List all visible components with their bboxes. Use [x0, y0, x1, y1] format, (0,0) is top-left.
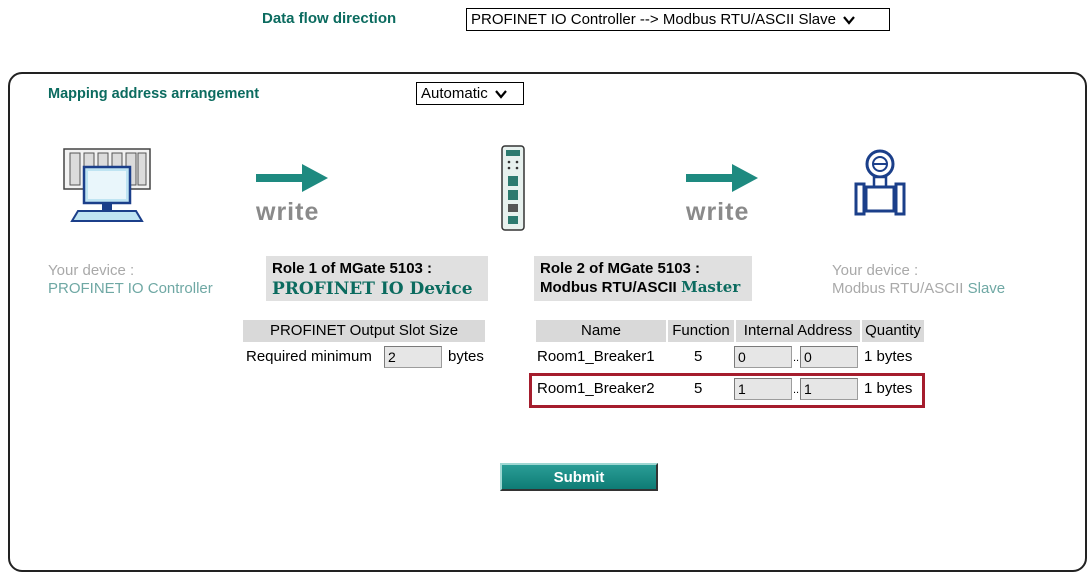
required-minimum-input[interactable]: 2: [384, 346, 442, 368]
data-flow-direction-label: Data flow direction: [262, 10, 397, 27]
role2-name-a: Modbus RTU/ASCII: [540, 279, 677, 296]
role2-name: Modbus RTU/ASCII Master: [540, 278, 746, 297]
row1-function: 5: [694, 348, 703, 365]
right-device-line2b: Slave: [967, 280, 1006, 297]
write-label-left: write: [256, 198, 320, 226]
slot-size-header: PROFINET Output Slot Size: [243, 320, 485, 342]
left-device-text: Your device : PROFINET IO Controller: [48, 262, 213, 298]
mapping-address-label: Mapping address arrangement: [48, 86, 260, 102]
mgate-device-icon: [501, 145, 525, 231]
right-device-line1: Your device :: [832, 262, 919, 279]
chevron-down-icon: [843, 15, 855, 25]
col-header-internal-address: Internal Address: [736, 320, 860, 342]
flow-meter-icon: [854, 149, 906, 216]
submit-button[interactable]: Submit: [500, 463, 658, 491]
row2-highlight-box: [529, 373, 925, 408]
left-device-line2: PROFINET IO Controller: [48, 280, 213, 297]
row1-addr-from-input[interactable]: 0: [734, 346, 792, 368]
role1-name: PROFINET IO Device: [272, 279, 473, 299]
left-device-line1: Your device :: [48, 262, 135, 279]
required-minimum-label: Required minimum: [246, 348, 372, 365]
right-device-line2a: Modbus RTU/ASCII: [832, 280, 964, 297]
write-label-right: write: [686, 198, 750, 226]
row1-addr-sep: ..: [793, 352, 800, 364]
data-flow-direction-select[interactable]: PROFINET IO Controller --> Modbus RTU/AS…: [466, 8, 890, 31]
row1-name: Room1_Breaker1: [537, 348, 655, 365]
mapping-arrangement-select[interactable]: Automatic: [416, 82, 524, 105]
arrow-right-icon: [256, 164, 328, 192]
mapping-arrangement-value: Automatic: [421, 85, 488, 102]
row1-addr-to-input[interactable]: 0: [800, 346, 858, 368]
arrow-right-icon: [686, 164, 758, 192]
role1-box: Role 1 of MGate 5103 : PROFINET IO Devic…: [266, 256, 488, 301]
row1-quantity: 1 bytes: [864, 348, 913, 365]
role2-box: Role 2 of MGate 5103 : Modbus RTU/ASCII …: [534, 256, 752, 301]
role2-name-b: Master: [681, 278, 741, 296]
col-header-quantity: Quantity: [862, 320, 924, 342]
required-minimum-unit: bytes: [448, 348, 484, 365]
data-flow-direction-value: PROFINET IO Controller --> Modbus RTU/AS…: [471, 11, 836, 28]
pc-controller-icon: [63, 148, 151, 222]
role1-title: Role 1 of MGate 5103 :: [272, 260, 433, 277]
right-device-text: Your device : Modbus RTU/ASCII Slave: [832, 262, 1005, 298]
chevron-down-icon: [494, 89, 507, 99]
col-header-function: Function: [668, 320, 734, 342]
role2-title: Role 2 of MGate 5103 :: [540, 260, 701, 277]
col-header-name: Name: [536, 320, 666, 342]
